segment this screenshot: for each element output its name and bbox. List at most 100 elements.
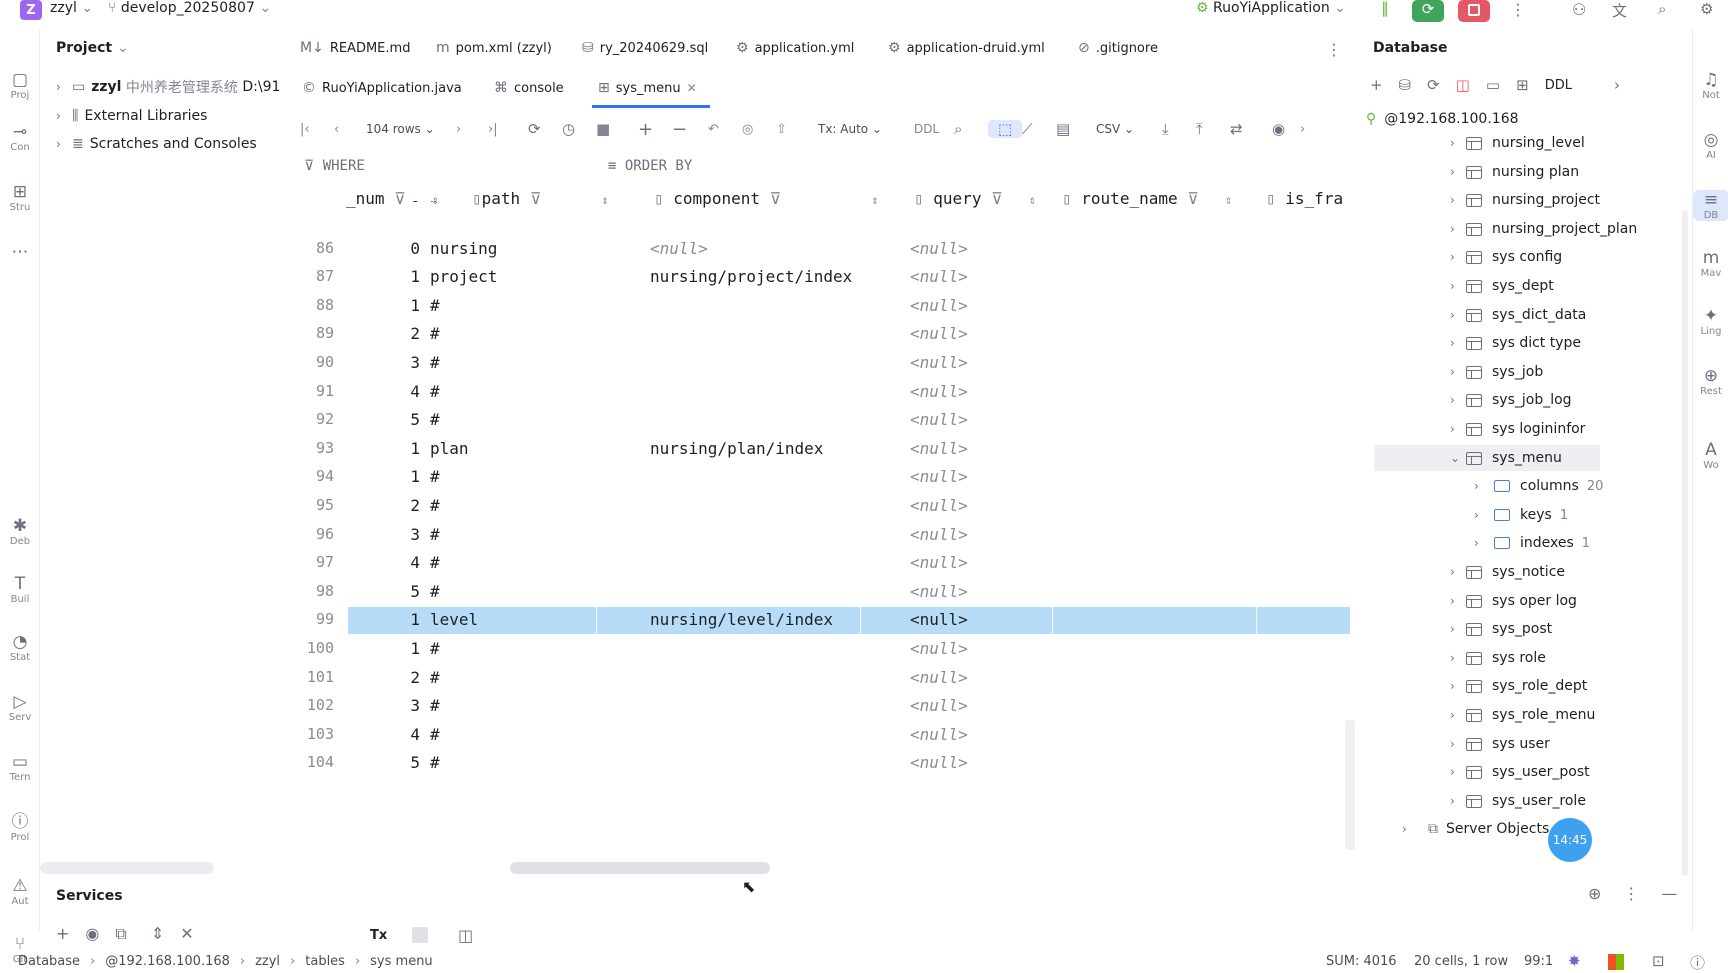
- breadcrumb-item[interactable]: Database: [18, 954, 80, 969]
- cell-num[interactable]: 1: [400, 296, 420, 315]
- cell-num[interactable]: 3: [400, 353, 420, 372]
- tool-aut-button[interactable]: ⚠ Aut: [0, 876, 40, 907]
- cell-num[interactable]: 1: [400, 267, 420, 286]
- db-table-sys-config[interactable]: › sys config: [1450, 244, 1562, 270]
- add-row-icon[interactable]: +: [638, 119, 672, 140]
- order-by-filter[interactable]: ≡ ORDER BY: [608, 158, 692, 174]
- tool-wo-button[interactable]: A Wo: [1693, 440, 1728, 471]
- db-table-sys-menu[interactable]: ⌄ sys_menu: [1374, 445, 1600, 471]
- cell-path[interactable]: #: [430, 696, 440, 715]
- grid-vertical-scrollbar[interactable]: [1345, 720, 1355, 850]
- cell-query[interactable]: <null>: [910, 353, 968, 372]
- tool-con-button[interactable]: ⊸ Con: [0, 122, 40, 153]
- db-table-sys-user-post[interactable]: › sys_user_post: [1450, 759, 1590, 785]
- table-row[interactable]: 104 5 # <null>: [300, 750, 1350, 778]
- cell-path[interactable]: plan: [430, 439, 469, 458]
- tab-pom-xml-zzyl-[interactable]: m pom.xml (zzyl): [436, 34, 552, 62]
- project-panel-title[interactable]: Project ⌄: [56, 40, 129, 56]
- run-config-selector[interactable]: ⚙ RuoYiApplication ⌄: [1196, 0, 1346, 16]
- cell-query[interactable]: <null>: [910, 324, 968, 343]
- db-table-sys-role-dept[interactable]: › sys_role_dept: [1450, 673, 1587, 699]
- breadcrumb-item[interactable]: sys menu: [370, 954, 433, 969]
- table-row[interactable]: 96 3 # <null>: [300, 522, 1350, 550]
- cell-num[interactable]: 2: [400, 324, 420, 343]
- table-row[interactable]: 102 3 # <null>: [300, 693, 1350, 721]
- cell-path[interactable]: #: [430, 467, 440, 486]
- cell-component[interactable]: nursing/plan/index: [650, 439, 823, 458]
- select-cursor-icon[interactable]: ⬚: [988, 120, 1022, 138]
- cell-path[interactable]: #: [430, 725, 440, 744]
- rows-selector[interactable]: 104 rows ⌄: [366, 122, 456, 136]
- lock-icon[interactable]: ⊡: [1652, 952, 1665, 970]
- cell-query[interactable]: <null>: [910, 753, 968, 772]
- first-page-icon[interactable]: |‹: [300, 122, 334, 137]
- db-vertical-scrollbar[interactable]: [1682, 210, 1688, 876]
- cell-path[interactable]: #: [430, 201, 440, 206]
- tx-label[interactable]: Tx: [370, 928, 387, 943]
- minimize-icon[interactable]: —: [1661, 884, 1677, 903]
- search-icon[interactable]: ⌕: [1658, 0, 1666, 18]
- db-table-sys-post[interactable]: › sys_post: [1450, 616, 1552, 642]
- db-table-sys-logininfor[interactable]: › sys logininfor: [1450, 416, 1585, 442]
- add-user-icon[interactable]: ⚇: [1572, 0, 1586, 19]
- compare-icon[interactable]: ⇄: [1230, 120, 1272, 138]
- export-format-selector[interactable]: CSV ⌄: [1096, 122, 1162, 136]
- table-row[interactable]: 85 6 #: [300, 201, 1350, 215]
- table-row[interactable]: 89 2 # <null>: [300, 321, 1350, 349]
- table-row[interactable]: 97 4 # <null>: [300, 550, 1350, 578]
- db-table-sys-dept[interactable]: › sys_dept: [1450, 273, 1554, 299]
- cell-query[interactable]: <null>: [910, 439, 968, 458]
- services-more-icon[interactable]: ⋮: [1623, 884, 1639, 903]
- cell-num[interactable]: 1: [400, 639, 420, 658]
- cell-path[interactable]: #: [430, 296, 440, 315]
- tool-ling-button[interactable]: ✦ Ling: [1693, 306, 1728, 337]
- eye-icon[interactable]: ◉: [85, 924, 99, 944]
- cell-path[interactable]: #: [430, 668, 440, 687]
- cell-path[interactable]: #: [430, 324, 440, 343]
- cell-query[interactable]: <null>: [910, 296, 968, 315]
- scratches-row[interactable]: › ≣ Scratches and Consoles: [56, 131, 257, 157]
- cell-path[interactable]: #: [430, 639, 440, 658]
- download-icon[interactable]: ⤓: [1162, 120, 1196, 138]
- cell-query[interactable]: <null>: [910, 725, 968, 744]
- table-row[interactable]: 88 1 # <null>: [300, 293, 1350, 321]
- tab--gitignore[interactable]: ⊘ .gitignore: [1078, 34, 1158, 62]
- tab-application-yml[interactable]: ⚙ application.yml: [736, 34, 854, 62]
- plugin-icon[interactable]: ✸: [1568, 952, 1581, 970]
- tool-db-button[interactable]: ≡ DB: [1693, 190, 1728, 221]
- cell-num[interactable]: 4: [400, 725, 420, 744]
- tool-deb-button[interactable]: ✱ Deb: [0, 516, 40, 547]
- cell-component[interactable]: nursing/project/index: [650, 267, 852, 286]
- tool-stru-button[interactable]: ⊞ Stru: [0, 182, 40, 213]
- tool-prol-button[interactable]: ⓘ Prol: [0, 812, 40, 843]
- ddl-button[interactable]: DDL: [914, 122, 954, 136]
- cell-num[interactable]: 1: [400, 467, 420, 486]
- cell-path[interactable]: nursing: [430, 239, 497, 258]
- history-icon[interactable]: ◷: [562, 120, 596, 138]
- db-table-sys-oper-log[interactable]: › sys oper log: [1450, 588, 1577, 614]
- tab-sys-menu[interactable]: ⊞ sys_menu ✕: [598, 74, 697, 102]
- table-row[interactable]: 93 1 plan nursing/plan/index <null>: [300, 436, 1350, 464]
- view-eye-icon[interactable]: ◉: [1272, 120, 1300, 138]
- cell-query[interactable]: <null>: [910, 668, 968, 687]
- cell-query[interactable]: <null>: [910, 582, 968, 601]
- table-row[interactable]: 99 1 level nursing/level/index <null>: [300, 607, 1350, 635]
- db-table-sys-role-menu[interactable]: › sys_role_menu: [1450, 702, 1595, 728]
- tab-readme-md[interactable]: M↓ README.md: [300, 34, 410, 62]
- cell-query[interactable]: <null>: [910, 382, 968, 401]
- chart-icon[interactable]: ⟋: [1022, 120, 1056, 138]
- cell-component[interactable]: nursing/level/index: [650, 610, 833, 629]
- breadcrumb-item[interactable]: @192.168.100.168: [105, 954, 230, 969]
- breadcrumb-item[interactable]: tables: [305, 954, 345, 969]
- tool-stat-button[interactable]: ◔ Stat: [0, 632, 40, 663]
- table-row[interactable]: 91 4 # <null>: [300, 379, 1350, 407]
- collapse-all-icon[interactable]: ✕: [180, 924, 193, 944]
- cell-query[interactable]: <null>: [910, 496, 968, 515]
- tab-console[interactable]: ⌘ console: [494, 74, 564, 102]
- cell-num[interactable]: 5: [400, 753, 420, 772]
- ddl-db-button[interactable]: DDL: [1545, 78, 1572, 93]
- debug-bars-icon[interactable]: ‖: [1376, 0, 1394, 17]
- preview-icon[interactable]: ◎: [742, 122, 776, 137]
- expand-all-icon[interactable]: ⇕: [151, 924, 164, 944]
- cell-path[interactable]: level: [430, 610, 478, 629]
